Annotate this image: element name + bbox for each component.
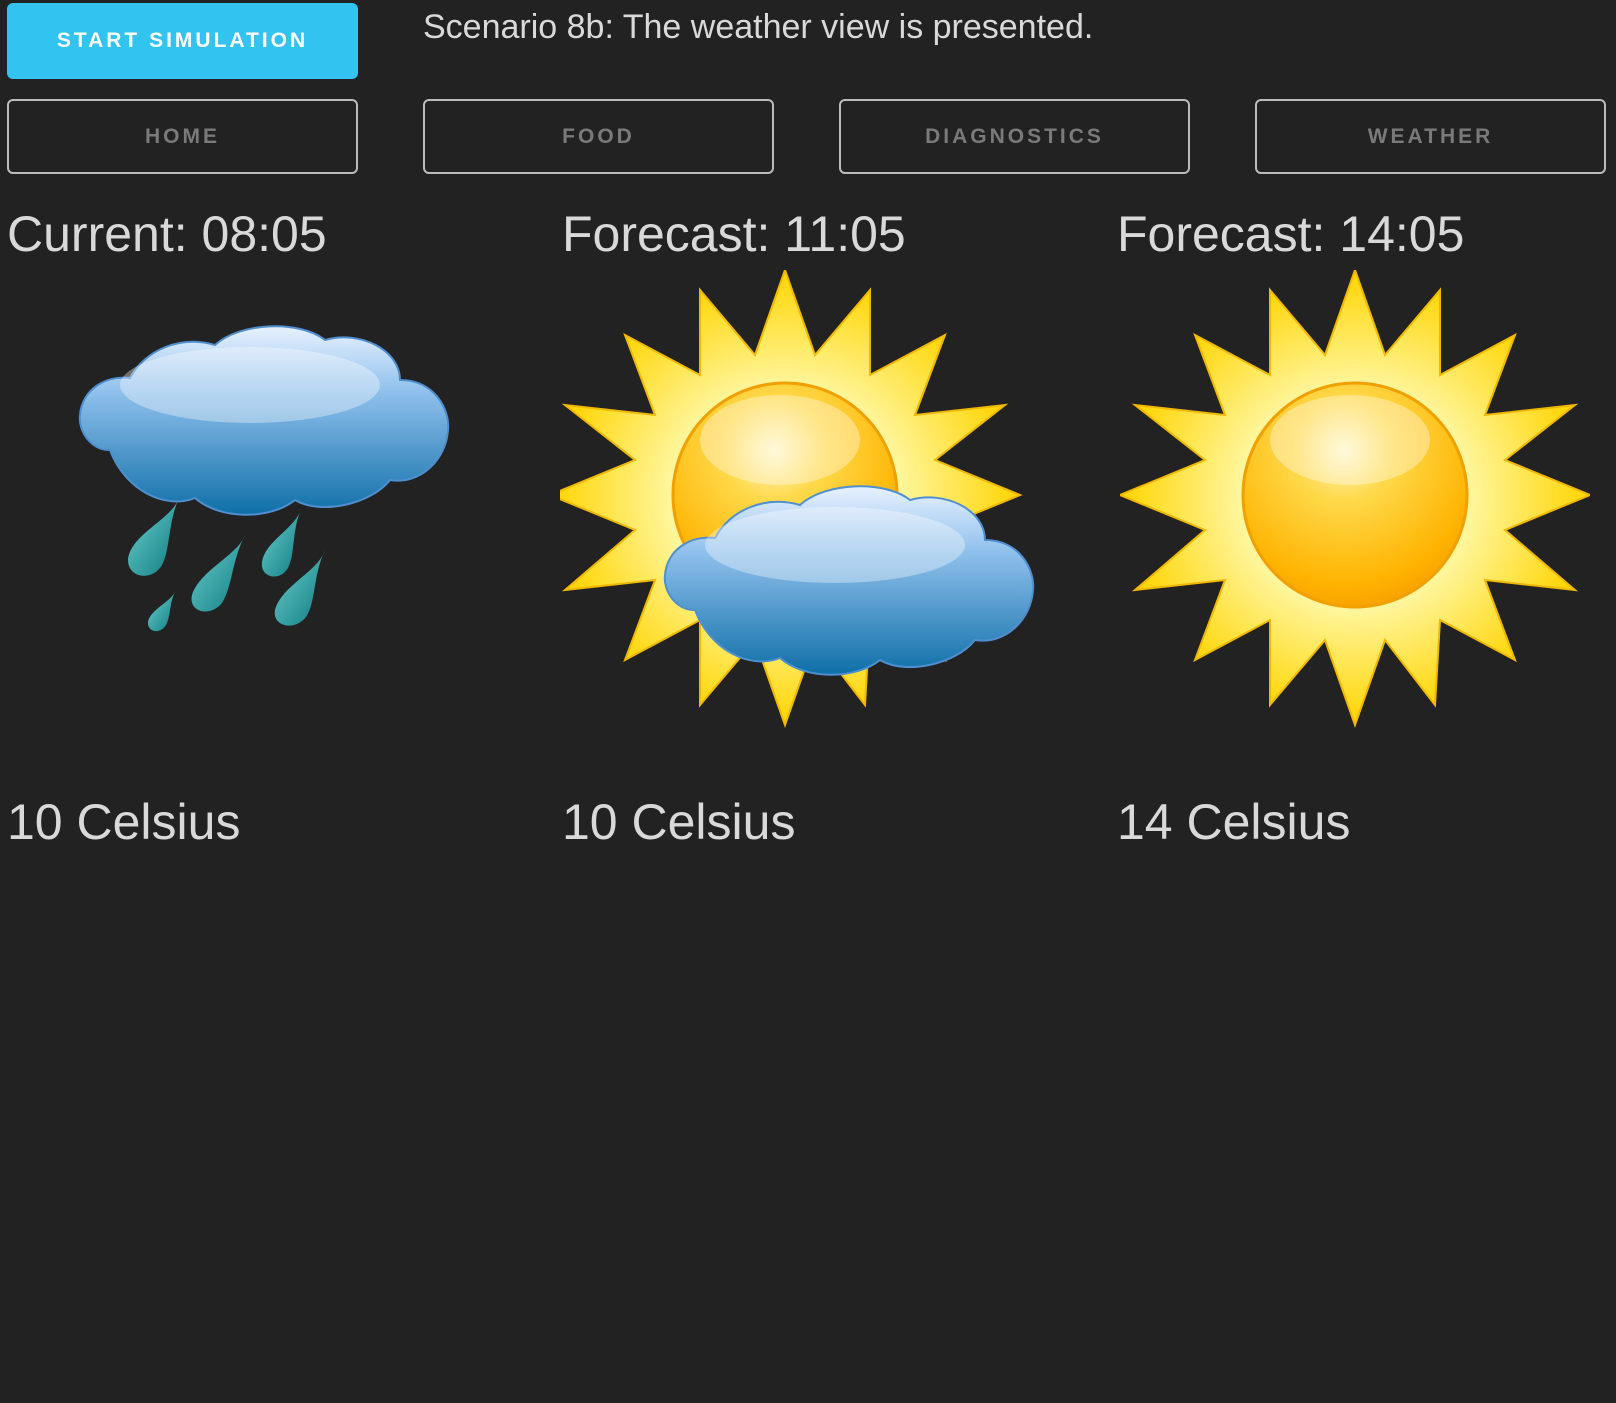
nav-food-button[interactable]: FOOD [423, 99, 774, 174]
forecast-2-temperature: 14 Celsius [1117, 794, 1351, 850]
nav-home-button[interactable]: HOME [7, 99, 358, 174]
forecast-2-time-title: Forecast: 14:05 [1117, 206, 1465, 262]
current-time-title: Current: 08:05 [7, 206, 327, 262]
scenario-description: Scenario 8b: The weather view is present… [423, 8, 1094, 46]
forecast-1-temperature: 10 Celsius [562, 794, 796, 850]
nav-diagnostics-button[interactable]: DIAGNOSTICS [839, 99, 1190, 174]
forecast-1-time-title: Forecast: 11:05 [562, 206, 906, 262]
rain-cloud-icon [78, 325, 450, 632]
start-simulation-button[interactable]: START SIMULATION [7, 3, 358, 79]
partly-cloudy-icon [560, 270, 1035, 729]
current-temperature: 10 Celsius [7, 794, 241, 850]
nav-weather-button[interactable]: WEATHER [1255, 99, 1606, 174]
sun-icon [1120, 270, 1590, 729]
